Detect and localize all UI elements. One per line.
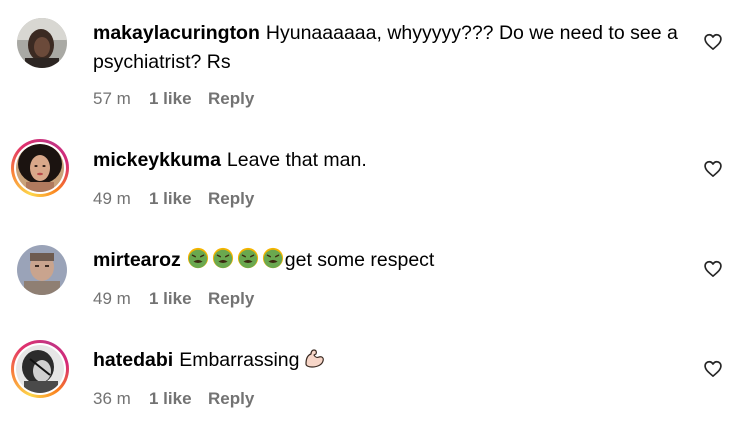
comment-likes[interactable]: 1 like xyxy=(149,289,208,309)
comment-username[interactable]: makaylacurington xyxy=(93,22,260,44)
heart-outline-icon[interactable] xyxy=(703,359,723,379)
reply-button[interactable]: Reply xyxy=(208,189,254,209)
comment-time[interactable]: 49 m xyxy=(93,289,149,309)
avatar[interactable] xyxy=(17,245,67,295)
avatar-image xyxy=(17,245,67,295)
comment-meta: 49 m1 like Reply xyxy=(93,289,254,309)
comment-meta: 57 m1 like Reply xyxy=(93,89,254,109)
comment-likes[interactable]: 1 like xyxy=(149,189,208,209)
avatar-image xyxy=(16,144,64,192)
nauseated-face-icon xyxy=(187,247,208,269)
comment-text-block: mickeykkuma Leave that man. xyxy=(93,146,688,175)
comment-likes[interactable]: 1 like xyxy=(149,89,208,109)
nauseated-face-icon xyxy=(237,247,258,269)
heart-outline-icon[interactable] xyxy=(703,259,723,279)
nauseated-face-icon xyxy=(212,247,233,269)
comment-time[interactable]: 49 m xyxy=(93,189,149,209)
heart-outline-icon[interactable] xyxy=(703,32,723,52)
comment-meta: 36 m1 like Reply xyxy=(93,389,254,409)
comment-time[interactable]: 57 m xyxy=(93,89,149,109)
heart-outline-icon[interactable] xyxy=(703,159,723,179)
comment-meta: 49 m1 like Reply xyxy=(93,189,254,209)
reply-button[interactable]: Reply xyxy=(208,89,254,109)
comment-time[interactable]: 36 m xyxy=(93,389,149,409)
comment-text-block: makaylacurington Hyunaaaaaa, whyyyyy??? D… xyxy=(93,19,688,77)
avatar[interactable] xyxy=(11,340,69,398)
comment-likes[interactable]: 1 like xyxy=(149,389,208,409)
nauseated-face-icon xyxy=(262,247,283,269)
avatar-image xyxy=(16,345,64,393)
reply-button[interactable]: Reply xyxy=(208,389,254,409)
avatar-image xyxy=(17,18,67,68)
reply-button[interactable]: Reply xyxy=(208,289,254,309)
avatar[interactable] xyxy=(17,18,67,68)
comment-text: get some respect xyxy=(284,249,435,271)
comment-username[interactable]: hatedabi xyxy=(93,349,173,371)
comment-text: Embarrassing xyxy=(179,349,300,371)
comment-text-block: mirtearoz get some respect xyxy=(93,246,688,275)
comment-username[interactable]: mickeykkuma xyxy=(93,149,221,171)
flexed-biceps-icon xyxy=(305,349,325,368)
comment-text: Leave that man. xyxy=(226,149,367,171)
avatar[interactable] xyxy=(11,139,69,197)
comment-username[interactable]: mirtearoz xyxy=(93,249,181,271)
comment-text-block: hatedabi Embarrassing xyxy=(93,346,688,375)
